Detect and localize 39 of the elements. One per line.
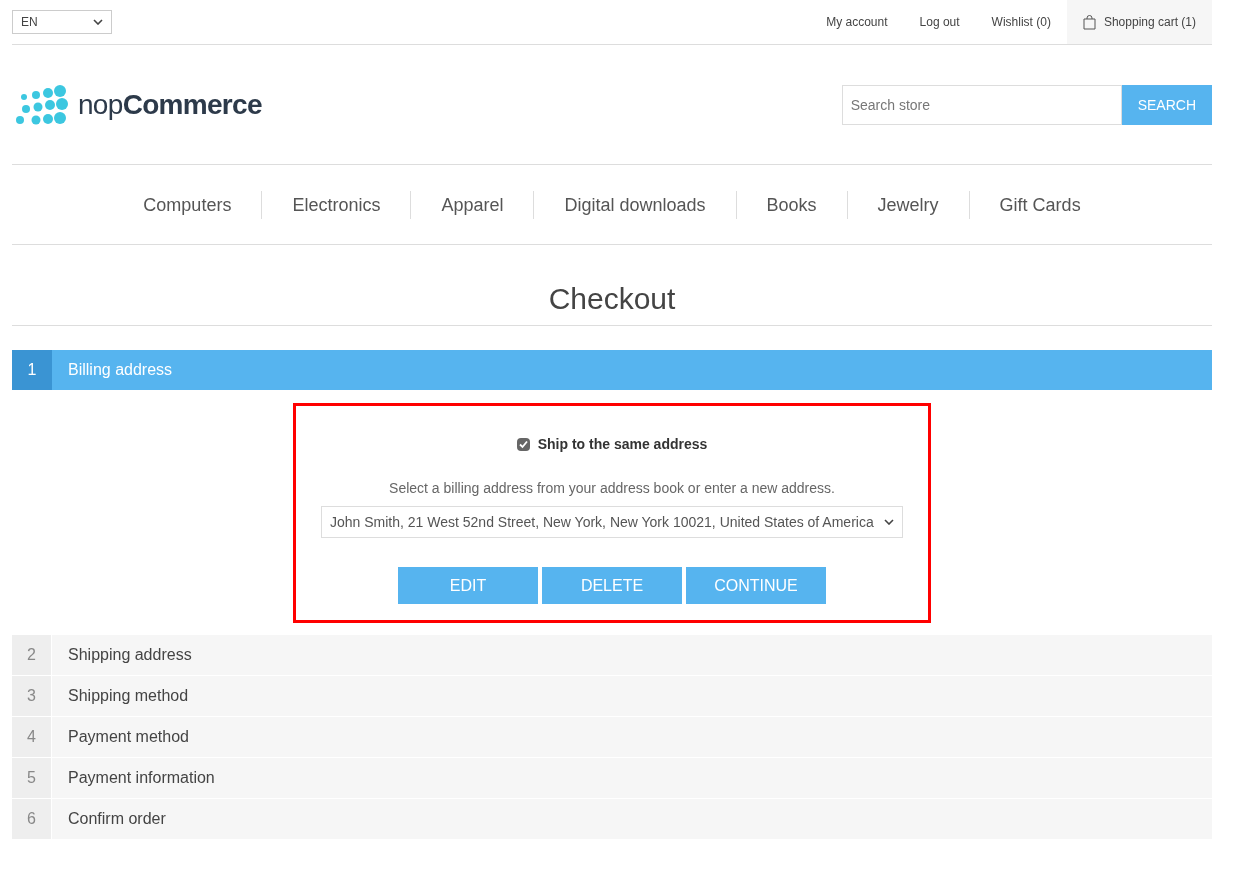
category-menu-item[interactable]: Books (735, 190, 847, 219)
address-select[interactable]: John Smith, 21 West 52nd Street, New York, New York 10021, United States of America (321, 506, 903, 538)
checkout-step[interactable]: 3 Shipping method (12, 676, 1212, 716)
checkout-step[interactable]: 6 Confirm order (12, 799, 1212, 839)
logo-text: nopCommerce (78, 87, 262, 122)
shopping-bag-icon (1082, 14, 1096, 30)
header-link[interactable]: Wishlist (0) (975, 14, 1067, 30)
page-title: Checkout (12, 245, 1212, 326)
category-menu-item[interactable]: Jewelry (846, 190, 969, 219)
checkout-step[interactable]: 2 Shipping address (12, 635, 1212, 675)
category-menu-item[interactable]: Computers (113, 190, 262, 219)
step-title: Shipping address (68, 645, 192, 665)
category-menu-item[interactable]: Apparel (410, 190, 534, 219)
checkout-step[interactable]: 4 Payment method (12, 717, 1212, 757)
step-title: Confirm order (68, 809, 166, 829)
chevron-down-icon (93, 19, 103, 25)
header-link[interactable]: Log out (903, 14, 976, 30)
step-title: Billing address (68, 360, 173, 380)
step-number: 4 (12, 717, 52, 757)
step-number: 2 (12, 635, 52, 675)
checkmark-icon (518, 439, 528, 449)
language-select[interactable]: EN (12, 10, 112, 34)
checkout-step[interactable]: 5 Payment information (12, 758, 1212, 798)
header-link[interactable]: My account (810, 14, 904, 30)
step-number: 3 (12, 676, 52, 716)
category-menu-item[interactable]: Gift Cards (968, 190, 1111, 219)
chevron-down-icon (884, 519, 894, 525)
step-title: Payment method (68, 727, 189, 747)
ship-same-checkbox[interactable]: Ship to the same address (516, 434, 708, 454)
step-title: Shipping method (68, 686, 189, 706)
billing-hint: Select a billing address from your address book or enter a new address. (389, 479, 835, 498)
step-number: 5 (12, 758, 52, 798)
shopping-cart-link[interactable]: Shopping cart (1) (1066, 0, 1212, 44)
step-title: Payment information (68, 768, 215, 788)
search-field[interactable]: Search store (841, 84, 1122, 125)
category-menu-item[interactable]: Digital downloads (533, 190, 736, 219)
step-number: 6 (12, 799, 52, 839)
category-menu-item[interactable]: Electronics (261, 190, 411, 219)
step-number: 1 (12, 350, 52, 390)
